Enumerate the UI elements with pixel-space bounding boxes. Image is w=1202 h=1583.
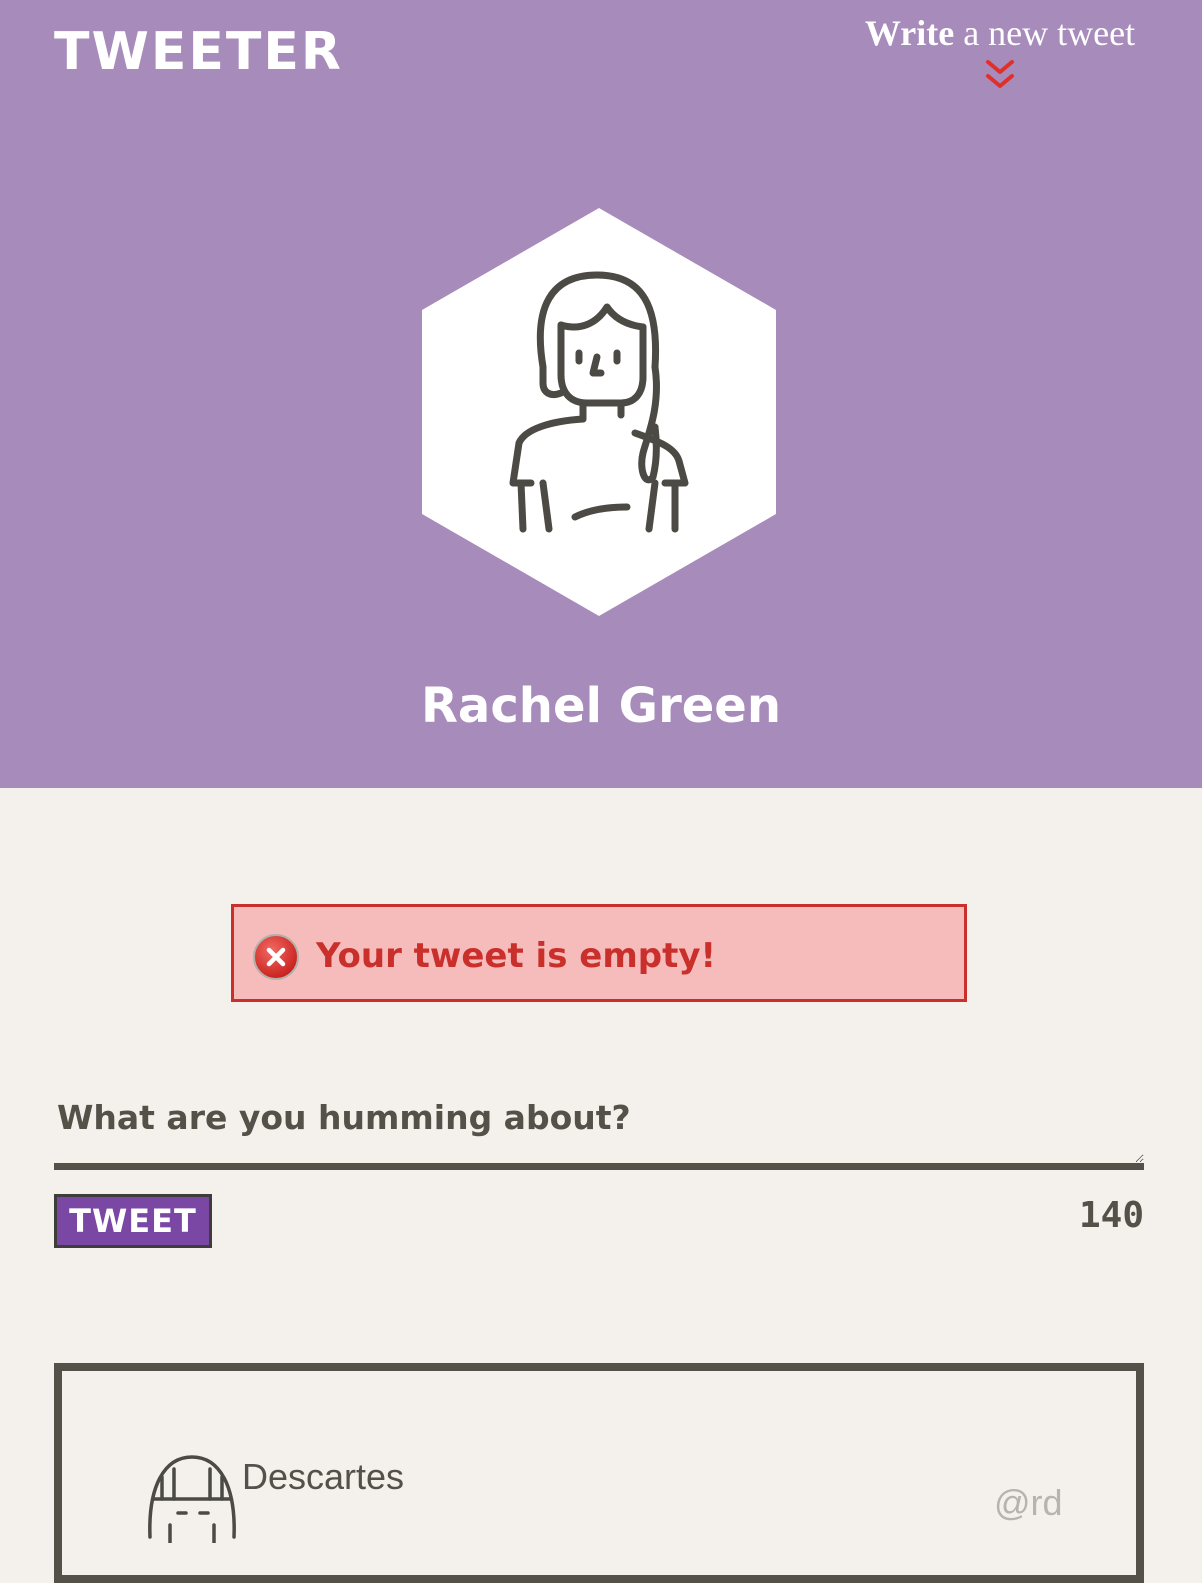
char-counter: 140 [1078,1195,1144,1236]
write-new-tweet-label: Write a new tweet [852,12,1148,54]
profile-header: TWEETER Write a new tweet Rachel Green [0,0,1202,788]
double-chevron-down-icon [986,60,1014,88]
error-message: Your tweet is empty! [316,936,717,976]
tweet-author-handle: @rd [994,1482,1063,1523]
write-new-tweet-toggle[interactable]: Write a new tweet [852,12,1148,96]
user-avatar-icon [148,1455,236,1543]
brand-logo[interactable]: TWEETER [54,22,343,82]
tweet-input[interactable] [54,1094,1144,1170]
tweet-card: Descartes @rd [54,1363,1144,1583]
tweet-author-name: Descartes [242,1456,405,1497]
error-x-icon [253,934,299,980]
tweet-submit-button[interactable]: TWEET [54,1194,212,1248]
woman-avatar-icon [422,208,776,616]
new-tweet-words: a new tweet [963,13,1136,53]
error-alert: Your tweet is empty! [231,904,967,1002]
write-word: Write [864,13,955,53]
profile-name: Rachel Green [420,678,782,734]
